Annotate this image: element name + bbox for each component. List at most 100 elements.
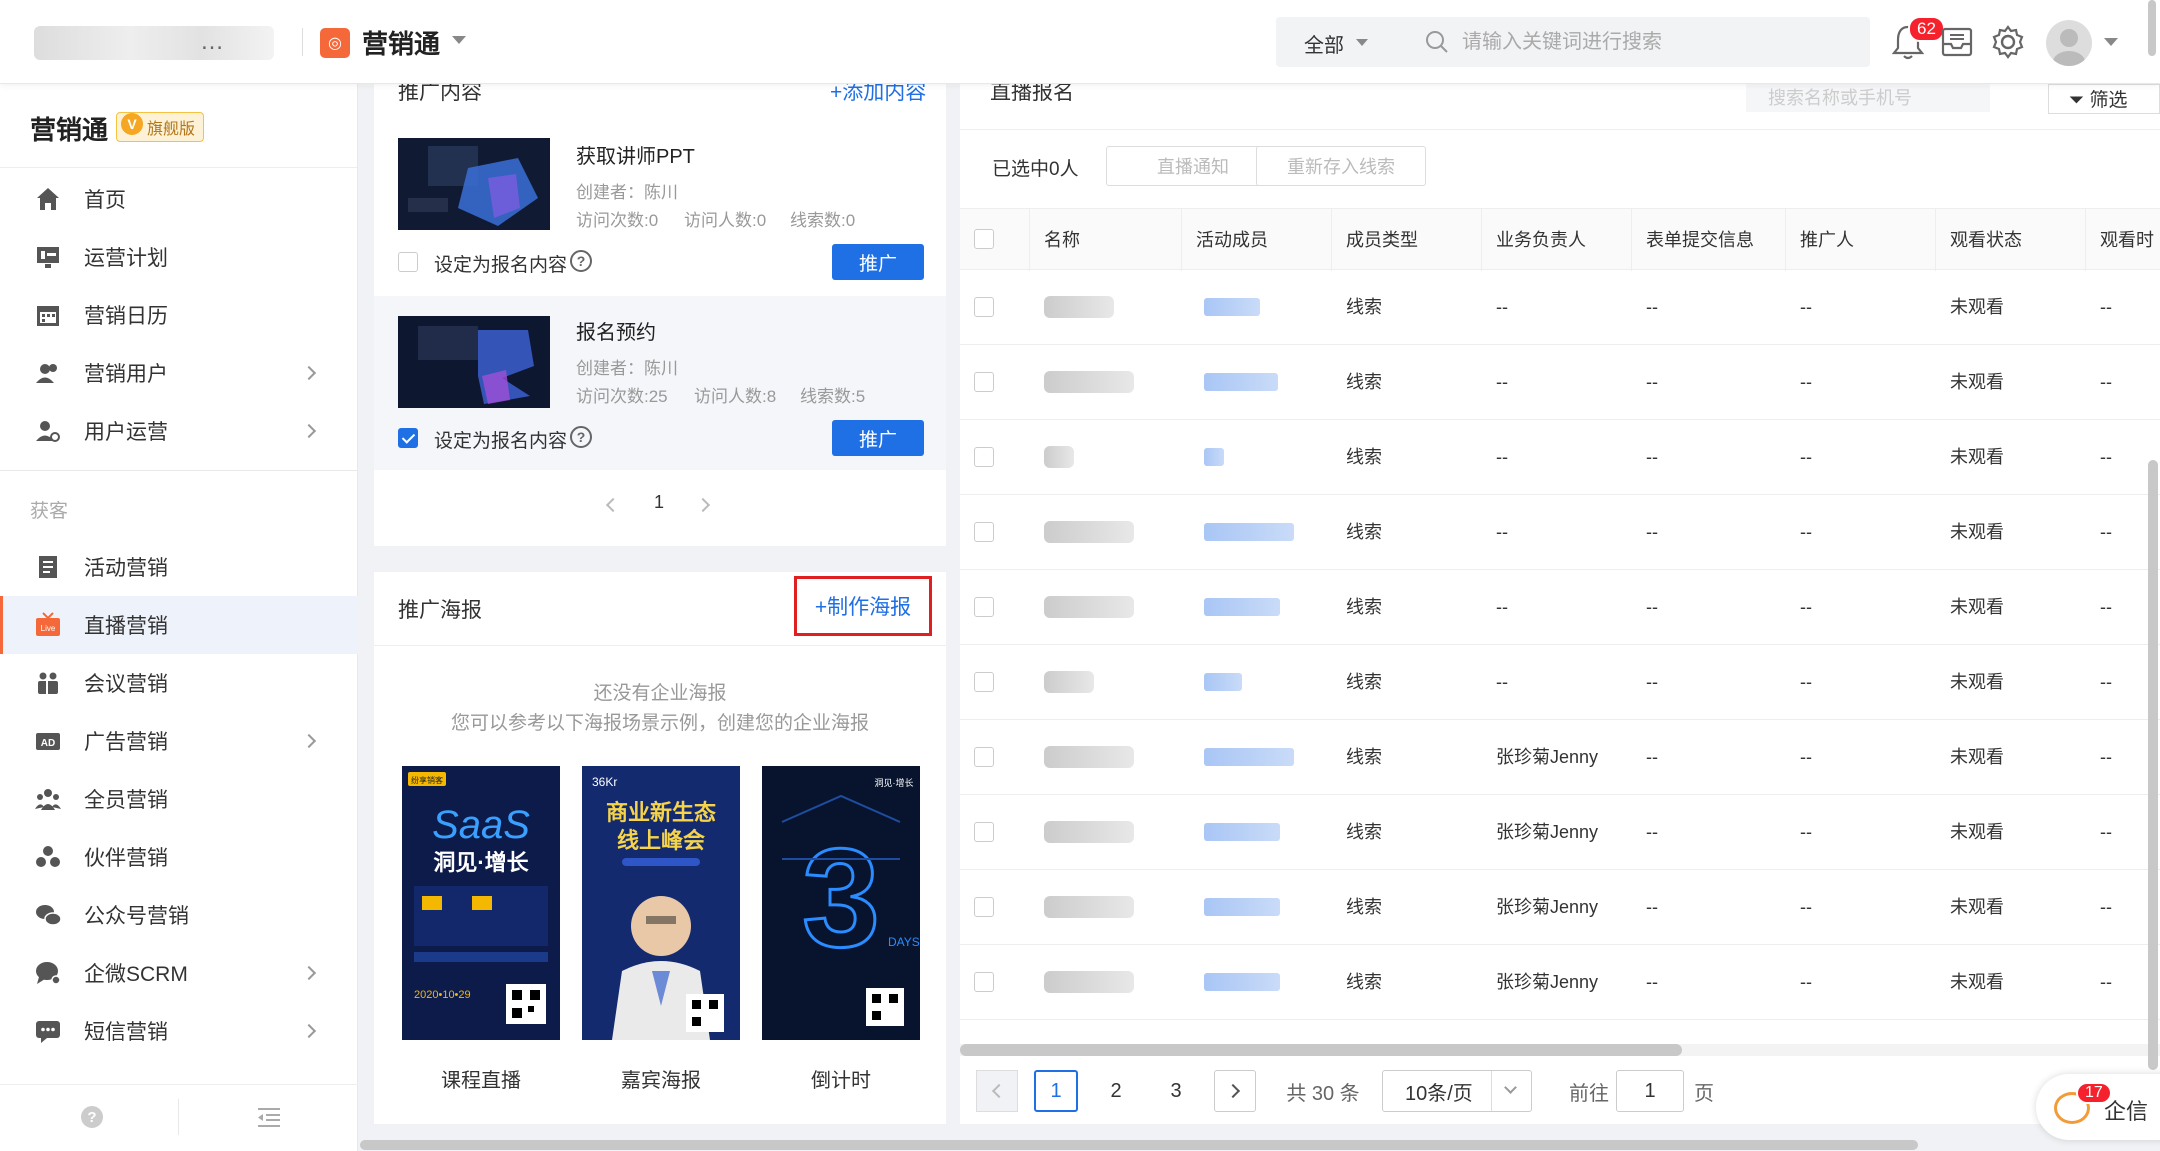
avatar[interactable] (2046, 20, 2092, 66)
name-cell-blurred[interactable] (1044, 296, 1114, 318)
sidebar-item-all-staff[interactable]: 全员营销 (0, 770, 358, 828)
sidebar-item-marketing-users[interactable]: 营销用户 (0, 344, 358, 402)
table-row[interactable]: 线索 张珍菊Jenny -- -- 未观看 -- (960, 795, 2160, 870)
sidebar-item-ad[interactable]: AD 广告营销 (0, 712, 358, 770)
row-checkbox[interactable] (974, 822, 994, 842)
member-cell-blurred[interactable] (1204, 748, 1294, 766)
sidebar-item-activity[interactable]: 活动营销 (0, 538, 358, 596)
page-size-select[interactable]: 10条/页 (1382, 1070, 1532, 1112)
member-cell-blurred[interactable] (1204, 823, 1280, 841)
sidebar-item-official-account[interactable]: 公众号营销 (0, 886, 358, 944)
column-header[interactable]: 业务负责人 (1482, 209, 1632, 271)
set-signup-content-checkbox[interactable] (398, 428, 418, 448)
name-cell-blurred[interactable] (1044, 371, 1134, 393)
next-page-button[interactable] (1214, 1070, 1256, 1112)
poster-example[interactable]: 洞见·增长 3 DAYS (762, 766, 920, 1040)
row-checkbox[interactable] (974, 522, 994, 542)
name-cell-blurred[interactable] (1044, 746, 1134, 768)
row-checkbox[interactable] (974, 372, 994, 392)
member-cell-blurred[interactable] (1204, 373, 1278, 391)
qixin-chat-button[interactable]: 17 企信 (2036, 1074, 2160, 1140)
name-cell-blurred[interactable] (1044, 671, 1094, 693)
name-cell-blurred[interactable] (1044, 971, 1134, 993)
signup-search-input[interactable]: 搜索名称或手机号 (1746, 84, 1990, 112)
filter-button[interactable]: ⏷ 筛选 (2048, 84, 2160, 114)
horizontal-scrollbar[interactable] (960, 1044, 2160, 1056)
app-switcher-label[interactable]: 营销通 (362, 24, 440, 61)
member-cell-blurred[interactable] (1204, 523, 1294, 541)
select-all-checkbox[interactable] (974, 229, 994, 249)
search-scope-select[interactable]: 全部 (1304, 29, 1344, 58)
table-row[interactable]: 线索 -- -- -- 未观看 -- (960, 495, 2160, 570)
row-checkbox[interactable] (974, 297, 994, 317)
page-horizontal-scrollbar[interactable] (360, 1140, 1918, 1150)
row-checkbox[interactable] (974, 747, 994, 767)
member-cell-blurred[interactable] (1204, 448, 1224, 466)
name-cell-blurred[interactable] (1044, 521, 1134, 543)
content-title[interactable]: 获取讲师PPT (576, 140, 695, 169)
chevron-right-icon[interactable] (695, 497, 711, 513)
column-header[interactable]: 名称 (1030, 209, 1182, 271)
make-poster-link[interactable]: +制作海报 (794, 576, 932, 636)
sidebar-item-live[interactable]: Live 直播营销 (0, 596, 358, 654)
sidebar-item-user-ops[interactable]: 用户运营 (0, 402, 358, 460)
live-notify-button[interactable]: 直播通知 (1106, 146, 1280, 186)
row-checkbox[interactable] (974, 972, 994, 992)
table-row[interactable]: 线索 -- -- -- 未观看 -- (960, 420, 2160, 495)
table-row[interactable]: 线索 -- -- -- 未观看 -- (960, 645, 2160, 720)
page-button[interactable]: 2 (1094, 1070, 1138, 1112)
collapse-sidebar-icon[interactable] (256, 1105, 282, 1129)
goto-page-input[interactable]: 1 (1616, 1070, 1684, 1112)
row-checkbox[interactable] (974, 447, 994, 467)
table-row[interactable]: 线索 -- -- -- 未观看 -- (960, 345, 2160, 420)
table-row[interactable]: 线索 张珍菊Jenny -- -- 未观看 -- (960, 870, 2160, 945)
prev-page-button[interactable] (976, 1070, 1018, 1112)
chevron-left-icon[interactable] (605, 497, 621, 513)
sidebar-item-plan[interactable]: 运营计划 (0, 228, 358, 286)
chevron-down-icon[interactable] (452, 36, 466, 44)
promote-button[interactable]: 推广 (832, 244, 924, 280)
chevron-down-icon[interactable] (2104, 38, 2118, 46)
member-cell-blurred[interactable] (1204, 298, 1260, 316)
scrollbar-thumb[interactable] (960, 1044, 1682, 1056)
page-button[interactable]: 3 (1154, 1070, 1198, 1112)
promote-button[interactable]: 推广 (832, 420, 924, 456)
name-cell-blurred[interactable] (1044, 596, 1134, 618)
column-header[interactable]: 活动成员 (1182, 209, 1332, 271)
name-cell-blurred[interactable] (1044, 446, 1074, 468)
set-signup-content-checkbox[interactable] (398, 252, 418, 272)
table-row[interactable]: 线索 张珍菊Jenny -- -- 未观看 -- (960, 720, 2160, 795)
row-checkbox[interactable] (974, 597, 994, 617)
member-cell-blurred[interactable] (1204, 673, 1242, 691)
inbox-icon[interactable] (1940, 26, 1974, 58)
column-header[interactable]: 成员类型 (1332, 209, 1482, 271)
scrollbar[interactable] (2148, 0, 2156, 56)
member-cell-blurred[interactable] (1204, 973, 1280, 991)
member-cell-blurred[interactable] (1204, 898, 1280, 916)
poster-example[interactable]: 36Kr 商业新生态 线上峰会 (582, 766, 740, 1040)
chevron-down-icon[interactable] (1356, 39, 1368, 46)
name-cell-blurred[interactable] (1044, 821, 1134, 843)
row-checkbox[interactable] (974, 672, 994, 692)
row-checkbox[interactable] (974, 897, 994, 917)
org-name-blurred[interactable] (34, 26, 274, 60)
page-button[interactable]: 1 (1034, 1070, 1078, 1112)
member-cell-blurred[interactable] (1204, 598, 1280, 616)
column-header[interactable]: 推广人 (1786, 209, 1936, 271)
table-row[interactable]: 线索 -- -- -- 未观看 -- (960, 570, 2160, 645)
poster-example[interactable]: 纷享销客 SaaS 洞见·增长 2020•10•29 (402, 766, 560, 1040)
table-row[interactable]: 线索 -- -- -- 未观看 -- (960, 270, 2160, 345)
content-title[interactable]: 报名预约 (576, 316, 656, 345)
help-icon[interactable]: ? (80, 1105, 104, 1129)
restore-leads-button[interactable]: 重新存入线索 (1256, 146, 1426, 186)
sidebar-item-calendar[interactable]: 营销日历 (0, 286, 358, 344)
vertical-scrollbar[interactable] (2148, 460, 2158, 1070)
search-input[interactable] (1462, 25, 1842, 59)
sidebar-item-home[interactable]: 首页 (0, 170, 358, 228)
help-icon[interactable]: ? (570, 250, 592, 272)
column-header[interactable]: 表单提交信息 (1632, 209, 1786, 271)
sidebar-item-partner[interactable]: 伙伴营销 (0, 828, 358, 886)
sidebar-item-wecom-scrm[interactable]: 企微SCRM (0, 944, 358, 1002)
column-header[interactable]: 观看时 (2086, 209, 2160, 271)
sidebar-item-meeting[interactable]: 会议营销 (0, 654, 358, 712)
